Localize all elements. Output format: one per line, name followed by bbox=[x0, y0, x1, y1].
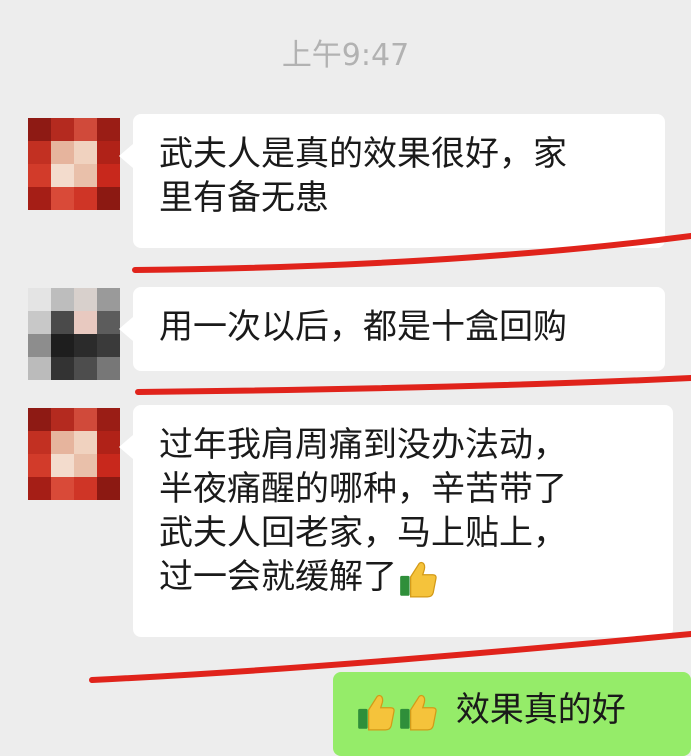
red-underline bbox=[132, 233, 691, 273]
red-underline-annotations bbox=[89, 233, 691, 683]
red-underline bbox=[135, 375, 691, 395]
red-underline bbox=[89, 631, 691, 683]
